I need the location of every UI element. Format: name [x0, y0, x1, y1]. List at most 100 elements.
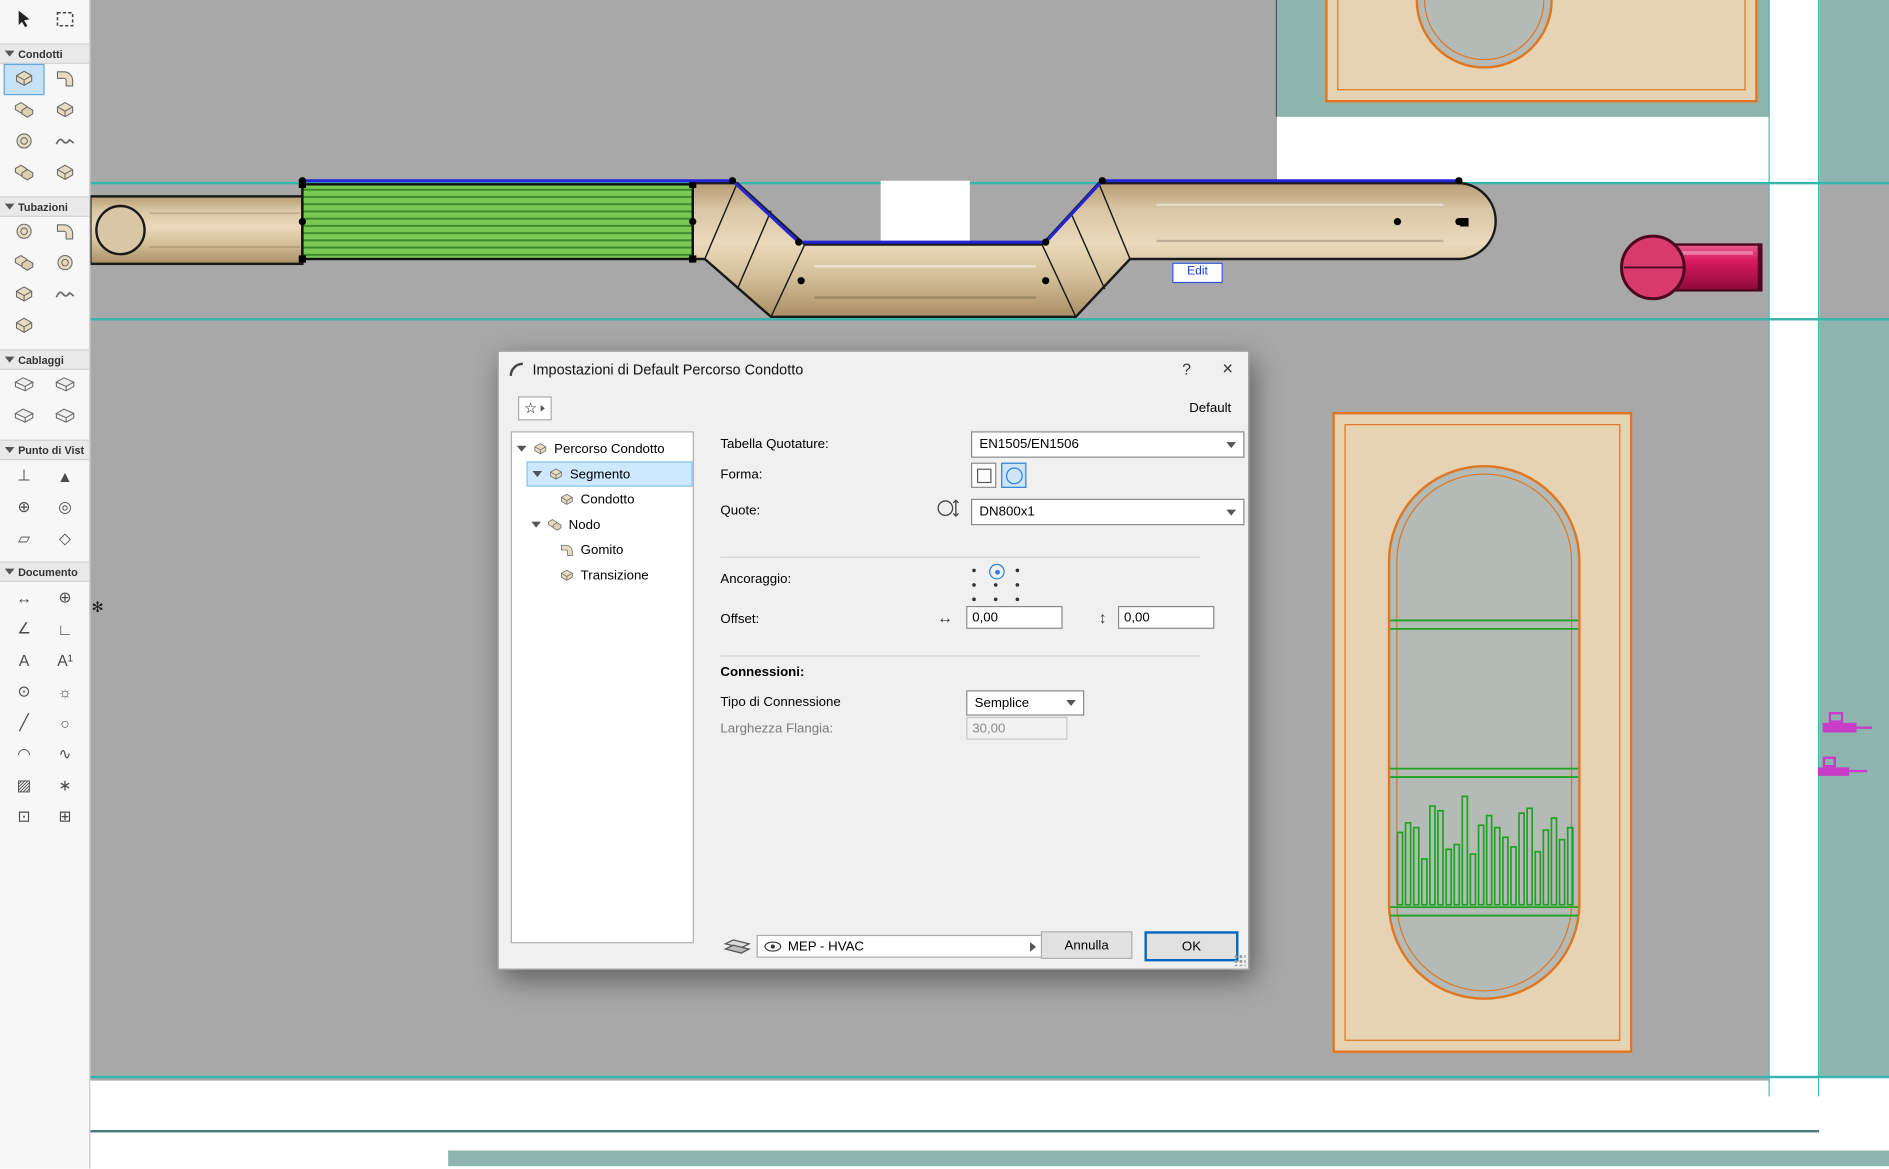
tree-item-nodo[interactable]: Nodo [512, 512, 693, 537]
toolbar-section-documento[interactable]: Documento [0, 561, 89, 581]
marquee-tool[interactable] [45, 5, 86, 36]
bookshelf-lines [1332, 412, 1632, 1053]
cable-tray-segment-tool[interactable] [4, 370, 45, 401]
spline-tool[interactable]: ∿ [45, 738, 86, 769]
dialog-titlebar[interactable]: Impostazioni di Default Percorso Condott… [499, 352, 1248, 387]
duct-bend-tool[interactable] [45, 64, 86, 95]
shape-circle-button[interactable] [1001, 463, 1026, 488]
favorites-button[interactable]: ☆ [518, 396, 552, 420]
duct-segment-tool[interactable] [4, 64, 45, 95]
rect-shape-icon [976, 468, 990, 482]
chevron-down-icon [5, 51, 15, 57]
duct-fitting-tool[interactable] [45, 158, 86, 189]
duct-segment-tool-icon [13, 67, 35, 92]
cable-tray-riser-tool-icon [54, 404, 76, 429]
cable-tray-tee-tool[interactable] [4, 401, 45, 432]
radial-dimension-tool[interactable]: ∟ [45, 613, 86, 644]
fill-tool[interactable]: ▨ [4, 770, 45, 801]
anchor-selected[interactable] [989, 564, 1005, 580]
level-dimension-tool[interactable]: ⊕ [45, 582, 86, 613]
pipe-flex-tool[interactable] [45, 279, 86, 310]
plumbing-fixture-symbols [1800, 708, 1889, 809]
camera-tool-icon: ◎ [58, 498, 72, 517]
hotspot-tool[interactable]: ☼ [45, 676, 86, 707]
section-marker-tool-icon: ▲ [57, 467, 73, 485]
tree-item-label: Condotto [581, 492, 635, 506]
resize-grip[interactable] [1234, 954, 1246, 966]
help-button[interactable]: ? [1166, 352, 1207, 386]
section-marker-tool[interactable]: ▲ [45, 460, 86, 491]
duct-fitting-tool-icon [54, 161, 76, 186]
chevron-down-icon [5, 569, 15, 575]
tipo-connessione-select[interactable]: Semplice [966, 690, 1084, 715]
figure-tool-icon: ⊡ [18, 807, 31, 826]
drawing-tool[interactable]: ⊞ [45, 801, 86, 832]
pipe-tee-tool[interactable] [4, 248, 45, 279]
pipe-valve-tool[interactable] [4, 279, 45, 310]
worksheet-marker-tool[interactable]: ▱ [4, 523, 45, 554]
close-button[interactable]: × [1207, 352, 1248, 386]
detail-marker-tool[interactable]: ⊕ [4, 492, 45, 523]
linear-dimension-tool[interactable]: ↔ [4, 582, 45, 613]
tree-item-segmento[interactable]: Segmento [526, 461, 692, 486]
tabella-quotature-value: EN1505/EN1506 [979, 437, 1078, 451]
offset-x-input[interactable] [966, 606, 1062, 629]
offset-y-input[interactable] [1118, 606, 1214, 629]
cable-tray-riser-tool[interactable] [45, 401, 86, 432]
camera-tool[interactable]: ◎ [45, 492, 86, 523]
wall-section-top-right [1819, 0, 1889, 182]
tree-item-label: Transizione [581, 568, 649, 582]
toolbar-section-condotti[interactable]: Condotti [0, 43, 89, 63]
lower-story-line [90, 1130, 1819, 1132]
duct-flex-tool[interactable] [45, 126, 86, 157]
tabella-quotature-dropdown[interactable]: EN1505/EN1506 [971, 431, 1244, 458]
spot-level-tool[interactable]: ⊙ [4, 676, 45, 707]
tree-item-condotto[interactable]: Condotto [512, 487, 693, 512]
select-tool-icon [13, 8, 35, 33]
anchor-selector[interactable] [966, 564, 1026, 605]
duct-tee-tool[interactable] [4, 95, 45, 126]
label-tool[interactable]: A¹ [45, 645, 86, 676]
edit-field[interactable]: Edit [1172, 263, 1223, 283]
shape-rect-button[interactable] [971, 463, 996, 488]
linear-dimension-tool-icon: ↔ [16, 589, 32, 607]
quote-dropdown[interactable]: DN800x1 [971, 499, 1244, 526]
pipe-transition-tool[interactable] [45, 248, 86, 279]
layer-combo[interactable]: MEP - HVAC [757, 935, 1044, 958]
line-tool[interactable]: ╱ [4, 707, 45, 738]
circle-tool-icon: ○ [60, 714, 69, 732]
select-tool[interactable] [4, 5, 45, 36]
pipe-transition-tool-icon [54, 251, 76, 276]
duct-bend-tool-icon [54, 67, 76, 92]
elevation-marker-tool[interactable]: ⊥ [4, 460, 45, 491]
duct-transition-tool[interactable] [45, 95, 86, 126]
interior-elevation-tool[interactable]: ◇ [45, 523, 86, 554]
toolbar-section-tubazioni[interactable]: Tubazioni [0, 196, 89, 216]
duct-scene [90, 169, 1771, 332]
circle-tool[interactable]: ○ [45, 707, 86, 738]
angle-dimension-tool[interactable]: ∠ [4, 613, 45, 644]
pink-pipe [1622, 236, 1762, 299]
toolbar-section-cablaggi[interactable]: Cablaggi [0, 349, 89, 369]
pipe-terminal-tool[interactable] [4, 311, 45, 342]
chevron-down-icon [1226, 442, 1236, 448]
toolbar-section-punto-di-vista[interactable]: Punto di Vist [0, 440, 89, 460]
duct-takeoff-tool[interactable] [4, 126, 45, 157]
tree-item-label: Percorso Condotto [554, 442, 664, 456]
cancel-button[interactable]: Annulla [1041, 931, 1133, 959]
tree-item-transizione[interactable]: Transizione [512, 563, 693, 588]
ok-button[interactable]: OK [1144, 931, 1238, 961]
hotspot-tool-icon: ☼ [58, 682, 72, 700]
tree-item-percorso-condotto[interactable]: Percorso Condotto [512, 436, 693, 461]
pipe-bend-tool[interactable] [45, 217, 86, 248]
duct-terminal-tool[interactable] [4, 158, 45, 189]
cable-tray-bend-tool[interactable] [45, 370, 86, 401]
tree-item-label: Nodo [569, 517, 601, 531]
pipe-segment-tool[interactable] [4, 217, 45, 248]
text-tool[interactable]: A [4, 645, 45, 676]
ancoraggio-label: Ancoraggio: [720, 572, 791, 586]
tree-item-gomito[interactable]: Gomito [512, 537, 693, 562]
pattern-tool[interactable]: ∗ [45, 770, 86, 801]
figure-tool[interactable]: ⊡ [4, 801, 45, 832]
arc-tool[interactable]: ◠ [4, 738, 45, 769]
